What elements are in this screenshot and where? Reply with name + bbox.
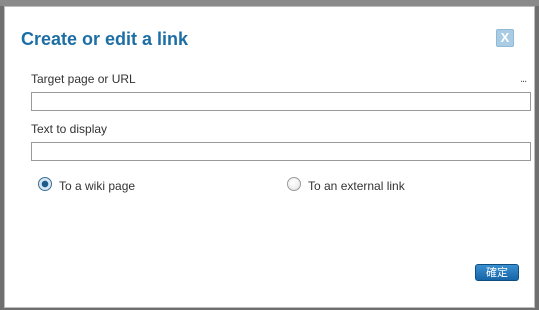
close-button[interactable]: X bbox=[496, 29, 514, 47]
target-url-input[interactable] bbox=[31, 92, 531, 111]
radio-external-link-label: To an external link bbox=[308, 179, 405, 193]
close-icon: X bbox=[500, 30, 510, 45]
radio-wiki-page-label: To a wiki page bbox=[59, 179, 136, 193]
radio-unchecked-icon[interactable] bbox=[287, 177, 301, 191]
radio-checked-icon[interactable] bbox=[38, 177, 52, 191]
display-text-input[interactable] bbox=[31, 142, 531, 161]
confirm-button[interactable]: 確定 bbox=[475, 264, 519, 281]
display-text-label: Text to display bbox=[31, 122, 108, 136]
link-dialog: Create or edit a link X Target page or U… bbox=[4, 6, 535, 308]
target-browse-link[interactable]: ... bbox=[520, 73, 527, 85]
dialog-title: Create or edit a link bbox=[21, 29, 189, 49]
target-url-label: Target page or URL bbox=[31, 72, 136, 86]
